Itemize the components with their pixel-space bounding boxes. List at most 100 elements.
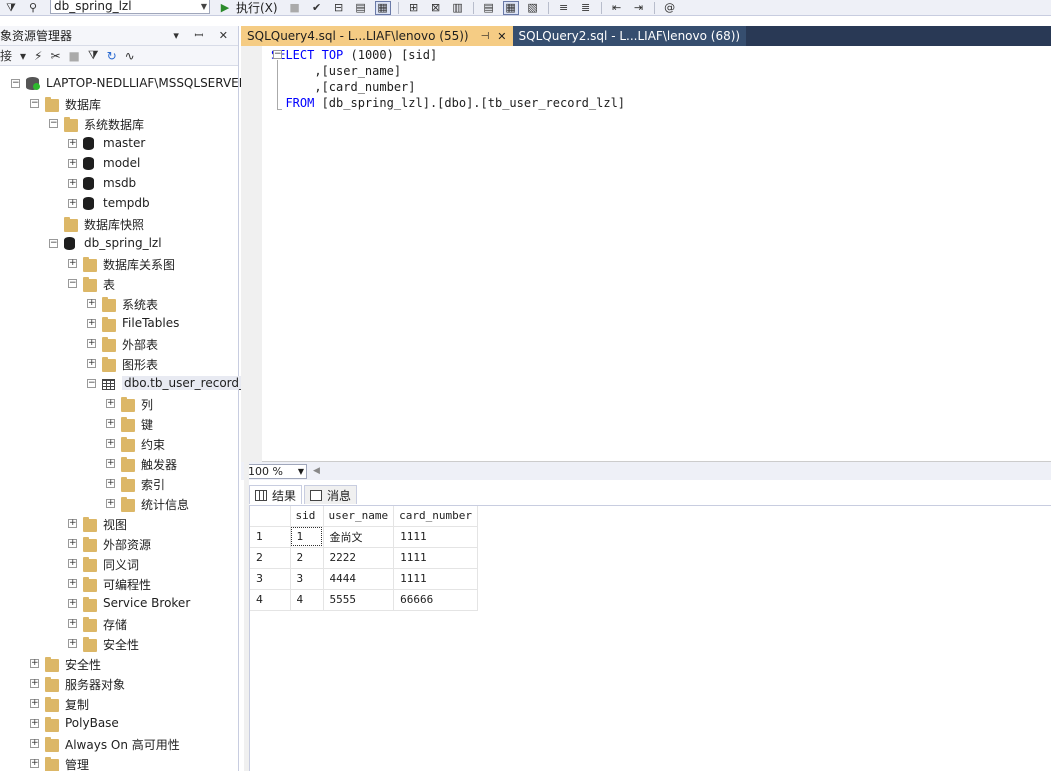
expand-icon[interactable]: + — [106, 479, 115, 488]
disconnect-icon[interactable]: ✂ — [50, 49, 60, 63]
expand-icon[interactable]: + — [30, 759, 39, 768]
uncomment-icon[interactable]: ≣ — [578, 1, 594, 15]
table-row[interactable]: 2 2 2222 1111 — [250, 547, 478, 569]
tree-node-31[interactable]: + 复制 — [0, 694, 238, 714]
table-row[interactable]: 1 1 金尚文 1111 — [250, 526, 478, 548]
table-row[interactable]: 4 4 5555 66666 — [250, 589, 478, 611]
parse-icon[interactable]: ✔ — [309, 1, 325, 15]
activity-monitor-icon[interactable]: ∿ — [125, 49, 135, 63]
tree-node-10[interactable]: − 表 — [0, 274, 238, 294]
collapse-icon[interactable]: − — [49, 119, 58, 128]
execute-icon[interactable]: ▶ — [217, 1, 233, 15]
actual-plan-icon[interactable]: ⊞ — [406, 1, 422, 15]
collapse-icon[interactable]: − — [87, 379, 96, 388]
column-header-card-number[interactable]: card_number — [393, 506, 478, 527]
tree-node-service-broker[interactable]: + Service Broker — [0, 594, 238, 614]
cell-user-name[interactable]: 2222 — [323, 547, 395, 569]
tree-node-23[interactable]: + 外部资源 — [0, 534, 238, 554]
expand-icon[interactable]: + — [68, 599, 77, 608]
expand-icon[interactable]: + — [30, 699, 39, 708]
tree-node-7[interactable]: 数据库快照 — [0, 214, 238, 234]
tree-node-model[interactable]: + model — [0, 154, 238, 174]
tree-node-25[interactable]: + 可编程性 — [0, 574, 238, 594]
expand-icon[interactable]: + — [68, 579, 77, 588]
expand-icon[interactable]: + — [68, 639, 77, 648]
cell-user-name[interactable]: 5555 — [323, 589, 395, 611]
collapse-icon[interactable]: − — [68, 279, 77, 288]
cell-sid[interactable]: 4 — [290, 589, 324, 611]
expand-icon[interactable]: + — [30, 679, 39, 688]
expand-icon[interactable]: + — [68, 519, 77, 528]
tree-node-tempdb[interactable]: + tempdb — [0, 194, 238, 214]
expand-icon[interactable]: + — [106, 399, 115, 408]
results-text-icon[interactable]: ▤ — [481, 1, 497, 15]
tab-results[interactable]: 结果 — [249, 485, 303, 504]
tree-node-19[interactable]: + 触发器 — [0, 454, 238, 474]
expand-icon[interactable]: + — [68, 199, 77, 208]
cell-sid[interactable]: 3 — [290, 568, 324, 590]
expand-icon[interactable]: + — [87, 319, 96, 328]
sql-code[interactable]: SELECT TOP (1000) [sid] ,[user_name] ,[c… — [271, 47, 625, 111]
expand-icon[interactable]: + — [87, 359, 96, 368]
zoom-select[interactable]: 100 % ▼ — [245, 463, 307, 479]
intellisense-icon[interactable]: ▦ — [374, 0, 391, 15]
table-row[interactable]: 3 3 4444 1111 — [250, 568, 478, 590]
cell-card-number[interactable]: 1111 — [393, 526, 478, 548]
row-number[interactable]: 1 — [250, 526, 291, 548]
tree-node-28[interactable]: + 安全性 — [0, 634, 238, 654]
collapse-icon[interactable]: − — [11, 79, 20, 88]
tree-node-master[interactable]: + master — [0, 134, 238, 154]
tree-node-11[interactable]: + 系统表 — [0, 294, 238, 314]
tree-node-laptop-nedlliaf-mssqlserver0[interactable]: − LAPTOP-NEDLLIAF\MSSQLSERVER0 — [0, 74, 255, 94]
cell-sid[interactable]: 1 — [290, 526, 324, 548]
tree-node-1[interactable]: − 数据库 — [0, 94, 238, 114]
expand-icon[interactable]: + — [30, 719, 39, 728]
execute-button[interactable]: 执行(X) — [236, 0, 278, 15]
tree-node-13[interactable]: + 外部表 — [0, 334, 238, 354]
tree-node-16[interactable]: + 列 — [0, 394, 238, 414]
outdent-icon[interactable]: ⇤ — [609, 1, 625, 15]
stop-icon[interactable]: ■ — [287, 1, 303, 15]
tree-node-30[interactable]: + 服务器对象 — [0, 674, 238, 694]
tree-node-msdb[interactable]: + msdb — [0, 174, 238, 194]
tab-messages[interactable]: 消息 — [304, 485, 358, 504]
expand-icon[interactable]: + — [106, 439, 115, 448]
indent-icon[interactable]: ⇥ — [631, 1, 647, 15]
tree-node-filetables[interactable]: + FileTables — [0, 314, 238, 334]
cell-user-name[interactable]: 金尚文 — [323, 526, 395, 548]
plan-icon[interactable]: ⊟ — [331, 1, 347, 15]
results-grid-icon[interactable]: ▦ — [502, 0, 519, 15]
query-options-icon[interactable]: ▤ — [353, 1, 369, 15]
client-stats-icon[interactable]: ▥ — [450, 1, 466, 15]
cell-card-number[interactable]: 1111 — [393, 547, 478, 569]
row-number[interactable]: 4 — [250, 589, 291, 611]
tree-node-db-spring-lzl[interactable]: − db_spring_lzl — [0, 234, 238, 254]
live-stats-icon[interactable]: ⊠ — [428, 1, 444, 15]
filter-icon[interactable]: ⧩ — [3, 1, 19, 15]
tree-node-21[interactable]: + 统计信息 — [0, 494, 238, 514]
results-file-icon[interactable]: ▧ — [525, 1, 541, 15]
refresh-icon[interactable]: ↻ — [107, 49, 117, 63]
expand-icon[interactable]: + — [106, 419, 115, 428]
tree-node-18[interactable]: + 约束 — [0, 434, 238, 454]
column-header-sid[interactable]: sid — [290, 506, 324, 527]
row-number[interactable]: 3 — [250, 568, 291, 590]
tree-node-9[interactable]: + 数据库关系图 — [0, 254, 238, 274]
tree-node-24[interactable]: + 同义词 — [0, 554, 238, 574]
expand-icon[interactable]: + — [68, 159, 77, 168]
collapse-icon[interactable]: − — [49, 239, 58, 248]
expand-icon[interactable]: + — [68, 139, 77, 148]
tab-sqlquery4[interactable]: SQLQuery4.sql - L...LIAF\lenovo (55)) ⊣ … — [241, 26, 513, 46]
tree-node-always-on[interactable]: + Always On 高可用性 — [0, 734, 238, 754]
expand-icon[interactable]: + — [106, 459, 115, 468]
expand-icon[interactable]: + — [68, 259, 77, 268]
cell-sid[interactable]: 2 — [290, 547, 324, 569]
results-grid[interactable]: sid user_name card_number 1 1 金尚文 1111 2 2 222… — [249, 505, 1051, 771]
row-number-header[interactable] — [250, 506, 291, 527]
tree-node-34[interactable]: + 管理 — [0, 754, 238, 771]
tree-node-27[interactable]: + 存储 — [0, 614, 238, 634]
tree-node-20[interactable]: + 索引 — [0, 474, 238, 494]
expand-icon[interactable]: + — [106, 499, 115, 508]
expand-icon[interactable]: + — [68, 539, 77, 548]
expand-icon[interactable]: + — [30, 739, 39, 748]
